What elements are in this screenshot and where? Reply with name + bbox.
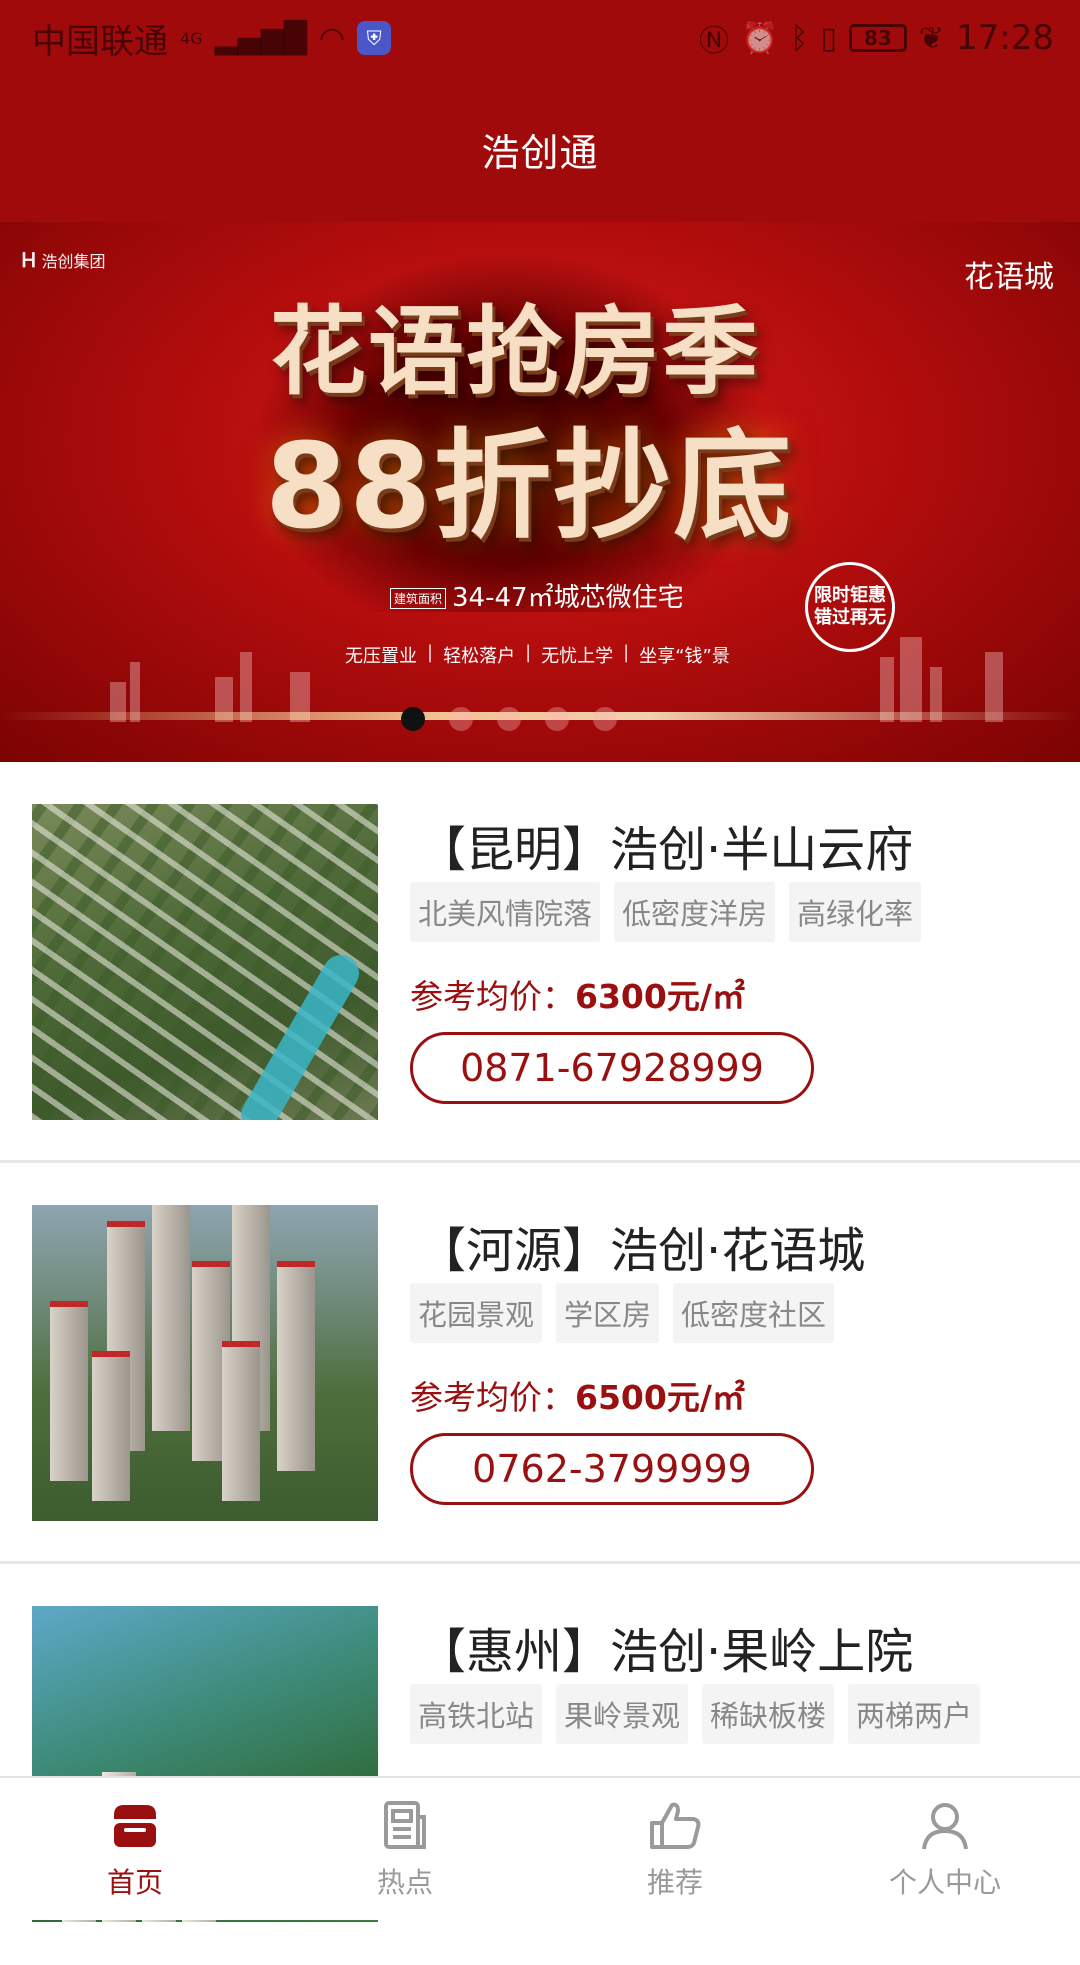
carousel-dot[interactable] bbox=[449, 707, 473, 731]
property-name: 【惠州】浩创·果岭上院 bbox=[418, 1624, 914, 1680]
brand-mark-icon: Ꮋ bbox=[22, 248, 36, 272]
banner-project-logo: 花语城 bbox=[964, 260, 1054, 295]
property-image[interactable] bbox=[32, 804, 378, 1120]
property-tag: 两梯两户 bbox=[848, 1684, 981, 1744]
property-tag: 学区房 bbox=[556, 1283, 660, 1343]
property-image[interactable] bbox=[32, 1205, 378, 1521]
leaf-icon: ❦ bbox=[918, 20, 945, 56]
property-tags: 北美风情院落 低密度洋房 高绿化率 bbox=[410, 882, 922, 942]
river-graphic bbox=[234, 948, 366, 1120]
banner-sub-tag: 建筑面积 bbox=[390, 588, 447, 609]
stamp-line-1: 限时钜惠 bbox=[814, 584, 886, 606]
price-label: 参考均价： bbox=[410, 977, 575, 1016]
home-icon bbox=[106, 1797, 164, 1855]
tower-graphic bbox=[277, 1261, 315, 1471]
signal-icon: ▂▄▆█ bbox=[214, 20, 307, 56]
nav-label: 首页 bbox=[106, 1866, 163, 1899]
banner-feature: 坐享“钱”景 bbox=[639, 646, 730, 667]
network-type-label: 4G bbox=[180, 28, 203, 48]
user-icon bbox=[916, 1797, 974, 1855]
nav-home[interactable]: 首页 bbox=[35, 1797, 235, 1901]
vibrate-icon: ▯ bbox=[820, 20, 837, 56]
property-name: 【河源】浩创·花语城 bbox=[418, 1223, 866, 1279]
price-value: 6500元/㎡ bbox=[575, 1378, 745, 1417]
carousel-dot[interactable] bbox=[401, 707, 425, 731]
banner-features: 无压置业 | 轻松落户 | 无忧上学 | 坐享“钱”景 bbox=[345, 642, 730, 667]
stamp-line-2: 错过再无 bbox=[814, 607, 886, 628]
banner-brand-logo: Ꮋ 浩创集团 bbox=[22, 248, 106, 272]
status-right: Ⓝ ⏰ ᛒ ▯ 83 ❦ 17:28 bbox=[699, 16, 1054, 60]
nav-label: 个人中心 bbox=[888, 1866, 1001, 1899]
news-icon bbox=[376, 1797, 434, 1855]
carrier-label: 中国联通 bbox=[32, 21, 168, 62]
carousel-dots bbox=[0, 707, 1080, 731]
property-tag: 低密度洋房 bbox=[614, 882, 776, 942]
nav-profile[interactable]: 个人中心 bbox=[845, 1797, 1045, 1901]
app-header: 浩创通 bbox=[0, 76, 1080, 222]
banner-subtitle: 建筑面积 34-47㎡城芯微住宅 bbox=[390, 577, 684, 614]
property-price: 参考均价：6500元/㎡ bbox=[410, 1371, 745, 1419]
status-left: 中国联通 4G ▂▄▆█ ◠ ⛨ bbox=[32, 14, 392, 63]
nfc-icon: Ⓝ bbox=[699, 24, 729, 59]
property-price: 参考均价：6300元/㎡ bbox=[410, 970, 745, 1018]
carousel-dot[interactable] bbox=[497, 707, 521, 731]
status-bar: 中国联通 4G ▂▄▆█ ◠ ⛨ Ⓝ ⏰ ᛒ ▯ 83 ❦ 17:28 bbox=[0, 0, 1080, 76]
wifi-icon: ◠ bbox=[318, 20, 346, 56]
property-tag: 北美风情院落 bbox=[410, 882, 601, 942]
price-value: 6300元/㎡ bbox=[575, 977, 745, 1016]
property-tags: 花园景观 学区房 低密度社区 bbox=[410, 1283, 835, 1343]
property-tags: 高铁北站 果岭景观 稀缺板楼 两梯两户 bbox=[410, 1684, 981, 1744]
property-name: 【昆明】浩创·半山云府 bbox=[418, 822, 914, 878]
property-tag: 高铁北站 bbox=[410, 1684, 543, 1744]
clock: 17:28 bbox=[956, 18, 1054, 58]
banner-headline-2: 88折抄底 bbox=[265, 417, 794, 555]
property-card[interactable]: 【昆明】浩创·半山云府 北美风情院落 低密度洋房 高绿化率 参考均价：6300元… bbox=[0, 762, 1080, 1163]
call-phone-button[interactable]: 0762-3799999 bbox=[410, 1433, 814, 1505]
banner-brand-left: 浩创集团 bbox=[41, 252, 106, 271]
property-tag: 高绿化率 bbox=[789, 882, 922, 942]
alarm-icon: ⏰ bbox=[741, 20, 779, 56]
bluetooth-icon: ᛒ bbox=[790, 20, 809, 56]
property-tag: 低密度社区 bbox=[673, 1283, 835, 1343]
call-phone-button[interactable]: 0871-67928999 bbox=[410, 1032, 814, 1104]
banner-feature: 无压置业 bbox=[345, 646, 417, 667]
carousel-dot[interactable] bbox=[545, 707, 569, 731]
property-tag: 花园景观 bbox=[410, 1283, 543, 1343]
property-tag: 稀缺板楼 bbox=[702, 1684, 835, 1744]
carousel-dot[interactable] bbox=[593, 707, 617, 731]
property-card[interactable]: 【河源】浩创·花语城 花园景观 学区房 低密度社区 参考均价：6500元/㎡ 0… bbox=[0, 1163, 1080, 1564]
battery-icon: 83 bbox=[848, 24, 907, 52]
tower-graphic bbox=[92, 1351, 130, 1501]
banner-stamp: 限时钜惠 错过再无 bbox=[805, 562, 895, 652]
property-tag: 果岭景观 bbox=[556, 1684, 689, 1744]
banner-feature: 轻松落户 bbox=[443, 646, 516, 667]
banner-subtitle-text: 34-47㎡城芯微住宅 bbox=[452, 583, 684, 613]
page-title: 浩创通 bbox=[481, 130, 599, 175]
promo-banner[interactable]: Ꮋ 浩创集团 花语城 花语抢房季 88折抄底 建筑面积 34-47㎡城芯微住宅 限… bbox=[0, 222, 1080, 762]
tower-graphic bbox=[152, 1205, 190, 1431]
thumbs-up-icon bbox=[646, 1797, 704, 1855]
shield-icon: ⛨ bbox=[357, 21, 392, 55]
tower-graphic bbox=[50, 1301, 88, 1481]
tower-graphic bbox=[222, 1341, 260, 1501]
nav-label: 推荐 bbox=[646, 1866, 703, 1899]
nav-hot[interactable]: 热点 bbox=[305, 1797, 505, 1901]
banner-feature: 无忧上学 bbox=[541, 646, 614, 667]
bottom-nav: 首页 热点 推荐 个人中心 bbox=[0, 1776, 1080, 1920]
price-label: 参考均价： bbox=[410, 1378, 575, 1417]
nav-label: 热点 bbox=[376, 1866, 433, 1899]
nav-recommend[interactable]: 推荐 bbox=[575, 1797, 775, 1901]
